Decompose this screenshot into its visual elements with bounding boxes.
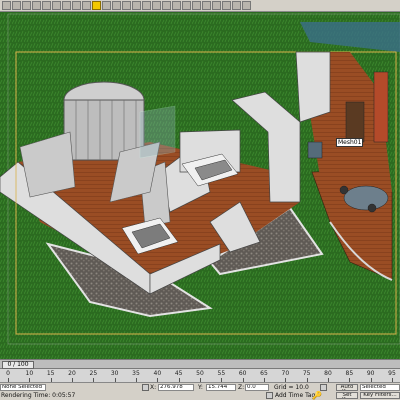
house-scene	[0, 12, 400, 359]
render-icon[interactable]	[242, 1, 251, 10]
curve-editor-icon[interactable]	[202, 1, 211, 10]
time-slider[interactable]: 0 / 100	[0, 359, 400, 369]
timeline-tick	[136, 378, 137, 382]
timeline-tick	[8, 378, 9, 382]
timeline-tick-label: 75	[302, 370, 311, 377]
link-icon[interactable]	[22, 1, 31, 10]
timeline-tick	[221, 378, 223, 382]
align-icon[interactable]	[182, 1, 191, 10]
bind-icon[interactable]	[42, 1, 51, 10]
selection-set-dropdown[interactable]: Selected	[360, 384, 400, 391]
grid-size-label: Grid = 10.0	[274, 384, 309, 391]
layer-icon[interactable]	[192, 1, 201, 10]
timeline-tick	[29, 378, 31, 382]
percent-snap-icon[interactable]	[162, 1, 171, 10]
undo-icon[interactable]	[2, 1, 11, 10]
key-icon[interactable]: 🔑	[312, 392, 322, 400]
x-label: X:	[150, 384, 157, 391]
schematic-icon[interactable]	[212, 1, 221, 10]
main-toolbar	[0, 0, 400, 12]
select-filter-icon[interactable]	[52, 1, 61, 10]
timeline-tick-label: 25	[89, 370, 98, 377]
key-filters-button[interactable]: Key Filters...	[360, 392, 400, 399]
snap-icon[interactable]	[142, 1, 151, 10]
add-time-tag-button[interactable]: Add Time Tag	[275, 392, 315, 399]
timeline-ruler[interactable]: 0 10 15 20 25 30 35 40 45 50 55 60 65 70 75 80 85 90 95	[0, 369, 400, 383]
select-icon[interactable]	[62, 1, 71, 10]
x-coord-field[interactable]: 276.978	[158, 384, 194, 391]
time-slider-thumb[interactable]: 0 / 100	[2, 361, 34, 369]
timeline-tick-label: 0	[6, 370, 10, 377]
pivot-icon[interactable]	[132, 1, 141, 10]
object-label-tag: Mesh01	[336, 138, 364, 147]
timeline-tick-label: 45	[174, 370, 183, 377]
select-by-name-icon[interactable]	[72, 1, 81, 10]
timeline-tick-label: 60	[238, 370, 247, 377]
move-icon[interactable]	[92, 1, 101, 10]
timeline-tick-label: 85	[345, 370, 354, 377]
timeline-tick	[285, 378, 287, 382]
timeline-tick	[264, 378, 265, 382]
auto-key-button[interactable]: Auto Key	[336, 384, 358, 391]
timeline-tick	[200, 378, 201, 382]
scale-icon[interactable]	[112, 1, 121, 10]
timeline-tick	[50, 378, 52, 382]
timeline-tick-label: 30	[110, 370, 119, 377]
render-time-label: Rendering Time: 0:05:57	[1, 392, 76, 399]
timeline-tick	[178, 378, 180, 382]
set-key-button[interactable]: Set Key	[336, 392, 358, 399]
timeline-tick	[242, 378, 244, 382]
timeline-tick-label: 65	[260, 370, 268, 377]
mirror-icon[interactable]	[172, 1, 181, 10]
timeline-tick-label: 80	[324, 370, 332, 377]
timeline-tick-label: 40	[153, 370, 162, 377]
timeline-tick-label: 10	[25, 370, 34, 377]
timeline-tick	[306, 378, 308, 382]
timeline-tick-label: 15	[46, 370, 55, 377]
rotate-icon[interactable]	[102, 1, 111, 10]
material-editor-icon[interactable]	[222, 1, 231, 10]
angle-snap-icon[interactable]	[152, 1, 161, 10]
timeline-tick	[370, 378, 372, 382]
timeline-tick-label: 95	[388, 370, 396, 377]
timeline-tick	[328, 378, 329, 382]
selection-status: None Selected	[0, 384, 46, 391]
timeline-tick	[392, 378, 393, 382]
timeline-tick-label: 50	[196, 370, 204, 377]
redo-icon[interactable]	[12, 1, 21, 10]
timeline-tick	[157, 378, 159, 382]
timeline-tick-label: 35	[132, 370, 140, 377]
perspective-viewport[interactable]: Mesh01	[0, 12, 400, 359]
status-bar: None Selected X: 276.978 Y: 15.744 Z: 0.…	[0, 383, 400, 400]
unlink-icon[interactable]	[32, 1, 41, 10]
y-coord-field[interactable]: 15.744	[206, 384, 236, 391]
timeline-tick-label: 70	[281, 370, 290, 377]
time-tag-icon[interactable]	[266, 392, 273, 399]
render-setup-icon[interactable]	[232, 1, 241, 10]
timeline-tick	[114, 378, 116, 382]
z-coord-field[interactable]: 0.0	[245, 384, 269, 391]
timeline-tick-label: 90	[366, 370, 375, 377]
timeline-tick	[93, 378, 95, 382]
timeline-tick	[349, 378, 351, 382]
auto-key-icon[interactable]	[320, 384, 327, 391]
z-label: Z:	[238, 384, 245, 391]
y-label: Y:	[198, 384, 203, 391]
region-icon[interactable]	[82, 1, 91, 10]
timeline-tick	[72, 378, 73, 382]
lock-icon[interactable]	[142, 384, 149, 391]
timeline-tick-label: 20	[68, 370, 76, 377]
timeline-tick-label: 55	[217, 370, 226, 377]
reference-coord-icon[interactable]	[122, 1, 131, 10]
